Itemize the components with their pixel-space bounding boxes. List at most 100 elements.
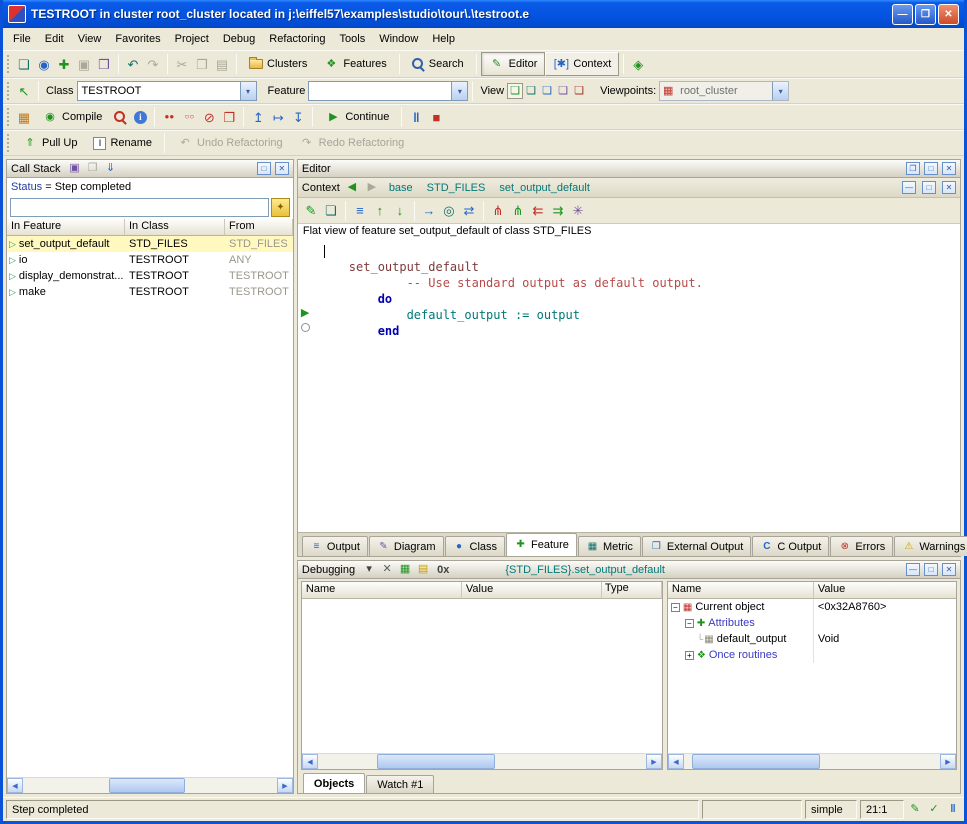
code-area[interactable]: ▶ set_output_default -- Use standard out… xyxy=(298,240,960,532)
link-context-icon[interactable]: ⇄ xyxy=(459,201,479,221)
tab-feature[interactable]: ✚Feature xyxy=(506,533,577,556)
scroll-track[interactable] xyxy=(318,754,646,769)
contracts-view-icon[interactable]: ❏ xyxy=(555,83,571,99)
tab-output[interactable]: ≡Output xyxy=(302,536,368,556)
open-in-new-window-icon[interactable]: ❏ xyxy=(321,201,341,221)
clickable-view-icon[interactable]: ❏ xyxy=(523,83,539,99)
object-row[interactable]: −✚Attributes xyxy=(668,615,956,631)
feature-combo[interactable]: ▾ xyxy=(308,81,468,101)
editor-close-icon[interactable]: ✕ xyxy=(942,162,956,175)
object-row[interactable]: +❖Once routines xyxy=(668,647,956,663)
tab-external-output[interactable]: ❒External Output xyxy=(642,536,751,556)
column-name[interactable]: Name xyxy=(668,582,814,599)
debugging-maximize-icon[interactable]: □ xyxy=(924,563,938,576)
call-stack-row[interactable]: ▷make TESTROOT TESTROOT xyxy=(7,284,293,300)
close-button[interactable]: ✕ xyxy=(938,4,959,25)
show-breakpoints-icon[interactable]: ●● xyxy=(159,107,179,127)
disable-breakpoints-icon[interactable]: ○○ xyxy=(179,107,199,127)
object-row[interactable]: −▦Current object <0x32A8760> STD_FILES xyxy=(668,599,956,615)
add-icon[interactable]: ✚ xyxy=(54,54,74,74)
tab-watch-1[interactable]: Watch #1 xyxy=(366,775,434,793)
diagram-tool-icon[interactable]: ◈ xyxy=(628,54,648,74)
context-maximize-icon[interactable]: □ xyxy=(922,181,936,194)
breakpoints-tool-icon[interactable]: ❒ xyxy=(219,107,239,127)
debugging-dropdown-icon[interactable]: ▾ xyxy=(361,562,377,578)
flat-view-icon[interactable]: ❏ xyxy=(539,83,555,99)
scroll-right-icon[interactable]: ▶ xyxy=(940,754,956,769)
go-to-result-icon[interactable]: → xyxy=(419,201,439,221)
column-value[interactable]: Value xyxy=(462,582,602,599)
descendants-icon[interactable]: ⋔ xyxy=(508,201,528,221)
editor-button[interactable]: ✎ Editor xyxy=(481,52,546,76)
scroll-thumb[interactable] xyxy=(377,754,495,769)
search-button[interactable]: Search xyxy=(404,52,472,76)
compile-button[interactable]: ◉ Compile xyxy=(34,105,110,129)
copy-call-stack-icon[interactable]: ❐ xyxy=(85,161,101,177)
copy-icon[interactable]: ❐ xyxy=(192,54,212,74)
menu-edit[interactable]: Edit xyxy=(38,30,71,48)
notes-icon[interactable]: ▤ xyxy=(415,562,431,578)
collapse-icon[interactable]: − xyxy=(685,619,694,628)
editor-float-icon[interactable]: ❐ xyxy=(906,162,920,175)
undo-icon[interactable]: ↶ xyxy=(123,54,143,74)
redo-refactoring-button[interactable]: ↷ Redo Refactoring xyxy=(291,131,413,155)
tab-objects[interactable]: Objects xyxy=(303,773,365,793)
breadcrumb-cluster[interactable]: base xyxy=(384,182,418,194)
call-stack-maximize-icon[interactable]: □ xyxy=(257,162,271,175)
viewpoints-combo[interactable]: ▦ root_cluster ▾ xyxy=(659,81,789,101)
interface-view-icon[interactable]: ❏ xyxy=(571,83,587,99)
menu-project[interactable]: Project xyxy=(168,30,216,48)
context-button[interactable]: [✱] Context xyxy=(545,52,619,76)
tab-warnings[interactable]: ⚠Warnings xyxy=(894,536,967,556)
call-stack-row[interactable]: ▷display_demonstrat... TESTROOT TESTROOT xyxy=(7,268,293,284)
call-stack-row[interactable]: ▷set_output_default STD_FILES STD_FILES xyxy=(7,236,293,252)
callees-icon[interactable]: ⇉ xyxy=(548,201,568,221)
scroll-right-icon[interactable]: ▶ xyxy=(277,778,293,793)
editable-view-icon[interactable]: ❏ xyxy=(507,83,523,99)
call-stack-row[interactable]: ▷io TESTROOT ANY xyxy=(7,252,293,268)
context-close-icon[interactable]: ✕ xyxy=(942,181,956,194)
editor-maximize-icon[interactable]: □ xyxy=(924,162,938,175)
object-row[interactable]: └▦default_output Void NONE xyxy=(668,631,956,647)
scroll-left-icon[interactable]: ◀ xyxy=(7,778,23,793)
scroll-left-icon[interactable]: ◀ xyxy=(668,754,684,769)
tab-diagram[interactable]: ✎Diagram xyxy=(369,536,444,556)
tab-c-output[interactable]: CC Output xyxy=(752,536,829,556)
homonyms-icon[interactable]: ✳ xyxy=(568,201,588,221)
column-name[interactable]: Name xyxy=(302,582,462,599)
scroll-thumb[interactable] xyxy=(692,754,820,769)
call-stack-close-icon[interactable]: ✕ xyxy=(275,162,289,175)
open-project-icon[interactable]: ◉ xyxy=(34,54,54,74)
scroll-track[interactable] xyxy=(23,778,277,793)
menu-view[interactable]: View xyxy=(71,30,109,48)
call-stack-hscrollbar[interactable]: ◀ ▶ xyxy=(7,777,293,793)
column-type[interactable]: Type xyxy=(602,582,662,599)
undo-refactoring-button[interactable]: ↶ Undo Refactoring xyxy=(169,131,291,155)
tab-class[interactable]: ●Class xyxy=(445,536,506,556)
column-value[interactable]: Value xyxy=(814,582,956,599)
clusters-button[interactable]: Clusters xyxy=(241,52,315,76)
save-call-stack-icon[interactable]: ▣ xyxy=(67,161,83,177)
column-in-class[interactable]: In Class xyxy=(125,219,225,236)
save-icon[interactable]: ▣ xyxy=(74,54,94,74)
edit-feature-icon[interactable]: ✎ xyxy=(301,201,321,221)
step-over-icon[interactable]: ↦ xyxy=(268,107,288,127)
info-icon[interactable]: i xyxy=(130,107,150,127)
debugging-close-icon[interactable]: ✕ xyxy=(942,563,956,576)
context-minimize-icon[interactable]: — xyxy=(902,181,916,194)
column-in-feature[interactable]: In Feature xyxy=(7,219,125,236)
code-editor[interactable]: set_output_default -- Use standard outpu… xyxy=(316,240,960,532)
tab-errors[interactable]: ⊗Errors xyxy=(830,536,893,556)
continue-button[interactable]: ▶ Continue xyxy=(317,105,397,129)
breadcrumb-class[interactable]: STD_FILES xyxy=(422,182,491,194)
menu-favorites[interactable]: Favorites xyxy=(108,30,167,48)
menu-window[interactable]: Window xyxy=(372,30,425,48)
objects-hscrollbar[interactable]: ◀ ▶ xyxy=(668,753,956,769)
export-call-stack-icon[interactable]: ⇓ xyxy=(103,161,119,177)
menu-debug[interactable]: Debug xyxy=(216,30,262,48)
rename-button[interactable]: I Rename xyxy=(85,131,160,155)
save-all-icon[interactable]: ❒ xyxy=(94,54,114,74)
history-forward-icon[interactable]: ▶ xyxy=(364,180,380,196)
maximize-button[interactable]: ❐ xyxy=(915,4,936,25)
search-results-icon[interactable]: ≡ xyxy=(350,201,370,221)
